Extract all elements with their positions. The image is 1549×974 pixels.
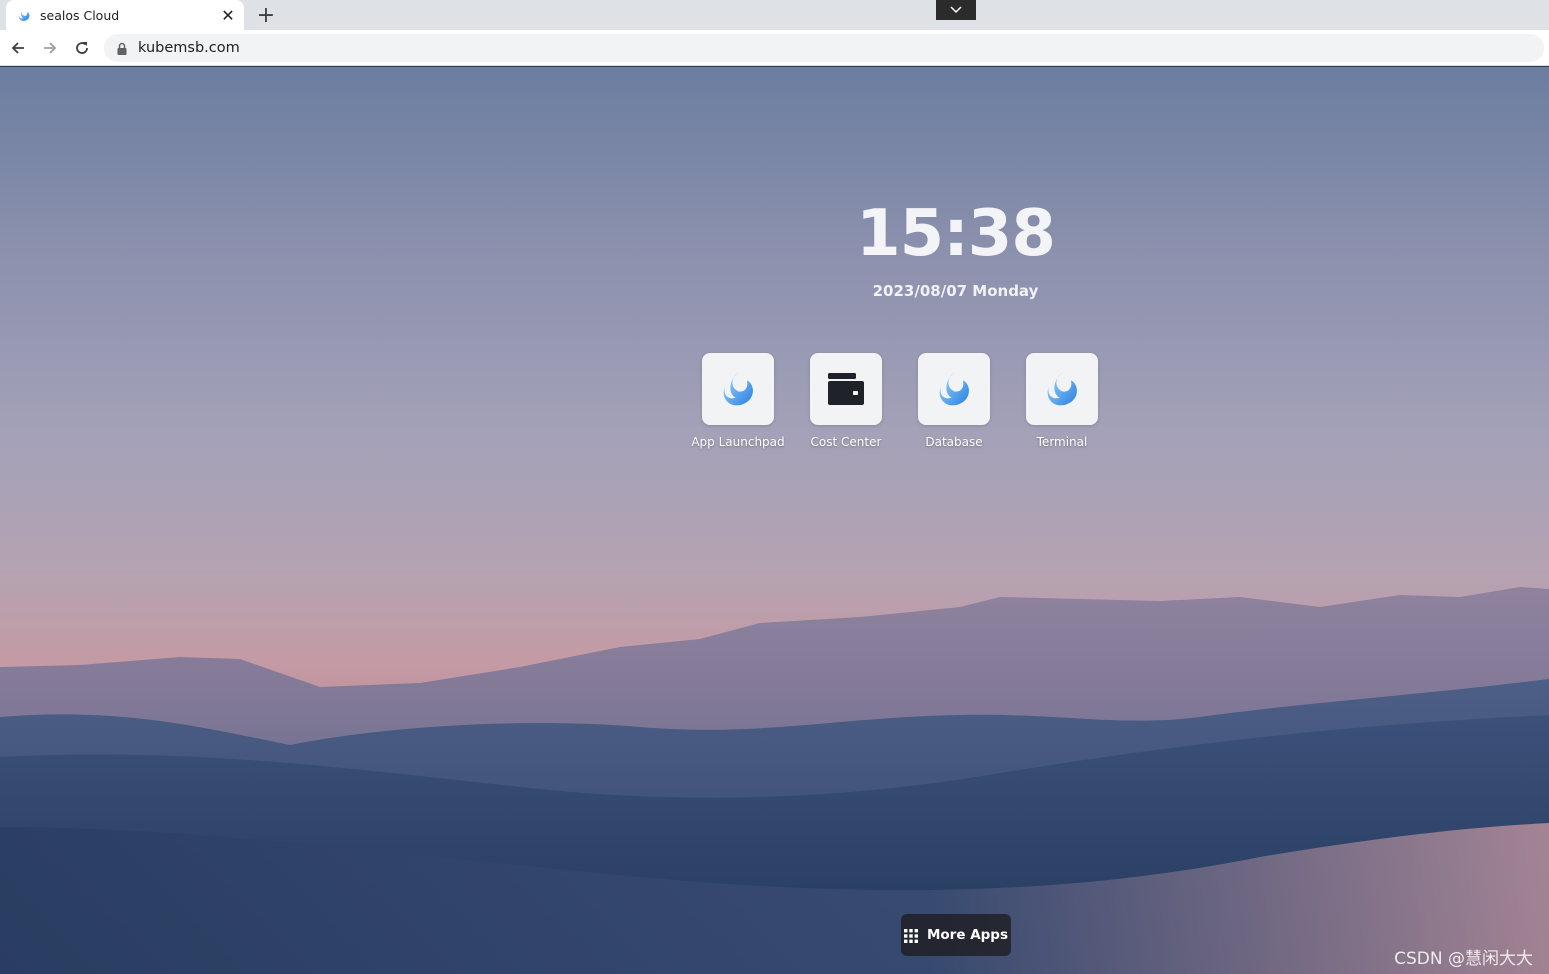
cost-center-app[interactable]: Cost Center xyxy=(810,353,882,450)
app-label: App Launchpad xyxy=(691,435,785,449)
close-icon[interactable]: ✕ xyxy=(218,5,238,25)
url-text: kubemsb.com xyxy=(138,40,240,56)
grid-icon xyxy=(903,928,918,943)
more-apps-label: More Apps xyxy=(926,927,1009,943)
sealos-logo-icon xyxy=(1047,371,1077,406)
sealos-logo-icon xyxy=(723,371,753,406)
app-tile[interactable] xyxy=(1026,353,1098,425)
more-apps-button[interactable]: More Apps xyxy=(901,914,1011,956)
tab-title: sealos Cloud xyxy=(40,7,120,23)
sealos-logo-icon xyxy=(16,7,32,23)
terminal-app[interactable]: Terminal xyxy=(1026,353,1098,450)
chevron-down-icon[interactable] xyxy=(936,0,976,20)
tab-strip: sealos Cloud ✕ + xyxy=(0,0,1549,30)
app-tile[interactable] xyxy=(918,353,990,425)
database-app[interactable]: Database xyxy=(918,353,990,450)
address-bar[interactable]: kubemsb.com xyxy=(104,34,1544,62)
app-tile[interactable] xyxy=(810,353,882,425)
desktop: 15:38 2023/08/07 Monday App Launchpad Co… xyxy=(0,67,1549,974)
plus-icon[interactable]: + xyxy=(252,2,280,28)
lock-icon xyxy=(116,41,128,55)
arrow-right-icon[interactable] xyxy=(37,36,63,60)
sealos-logo-icon xyxy=(939,371,969,406)
browser-toolbar: kubemsb.com xyxy=(0,30,1549,66)
reload-icon[interactable] xyxy=(69,36,95,60)
app-label: Database xyxy=(925,435,983,449)
clock: 15:38 xyxy=(856,197,1056,271)
arrow-left-icon[interactable] xyxy=(5,36,31,60)
app-launchpad-app[interactable]: App Launchpad xyxy=(691,353,785,450)
browser-tab[interactable]: sealos Cloud ✕ xyxy=(6,0,244,30)
app-label: Cost Center xyxy=(810,435,882,449)
wallet-icon xyxy=(828,373,864,405)
app-label: Terminal xyxy=(1036,435,1088,449)
app-tile[interactable] xyxy=(702,353,774,425)
watermark: CSDN @慧闲大大 xyxy=(1394,949,1533,969)
date-text: 2023/08/07 Monday xyxy=(872,282,1039,300)
